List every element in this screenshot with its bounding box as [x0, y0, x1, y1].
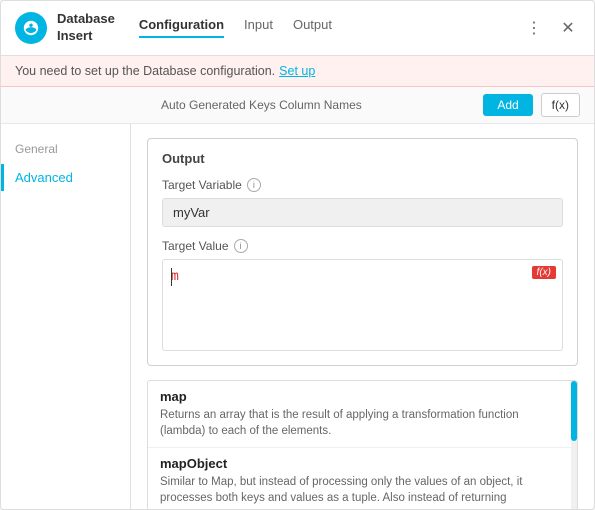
content-panel: Output Target Variable i Target Value i … [131, 124, 594, 509]
top-action-bar: Auto Generated Keys Column Names Add f(x… [1, 87, 594, 124]
app-title: Database Insert [57, 11, 115, 45]
autocomplete-list: map Returns an array that is the result … [147, 380, 578, 509]
fx-badge[interactable]: f(x) [532, 266, 556, 279]
target-variable-info-icon[interactable]: i [247, 178, 261, 192]
target-variable-input[interactable] [162, 198, 563, 227]
tab-output[interactable]: Output [293, 17, 332, 38]
close-icon[interactable]: ✕ [556, 16, 580, 40]
target-value-info-icon[interactable]: i [234, 239, 248, 253]
output-section: Output Target Variable i Target Value i … [147, 138, 578, 366]
autocomplete-desc-map: Returns an array that is the result of a… [160, 407, 557, 439]
autocomplete-scrollbar-thumb [571, 381, 577, 441]
autocomplete-desc-mapobject: Similar to Map, but instead of processin… [160, 474, 557, 506]
fx-button[interactable]: f(x) [541, 93, 580, 117]
autocomplete-scrollbar[interactable] [571, 381, 577, 509]
tab-configuration[interactable]: Configuration [139, 17, 224, 38]
autocomplete-item-map[interactable]: map Returns an array that is the result … [148, 381, 577, 448]
autocomplete-item-mapobject[interactable]: mapObject Similar to Map, but instead of… [148, 448, 577, 509]
cursor-line [171, 268, 172, 286]
sidebar-general-label: General [1, 138, 130, 164]
alert-message: You need to set up the Database configur… [15, 64, 275, 78]
setup-link[interactable]: Set up [279, 64, 315, 78]
target-variable-label: Target Variable i [162, 178, 563, 192]
titlebar: Database Insert Configuration Input Outp… [1, 1, 594, 56]
sidebar: General Advanced [1, 124, 131, 509]
app-window: Database Insert Configuration Input Outp… [0, 0, 595, 510]
target-value-cursor-char: m [171, 269, 179, 284]
more-options-icon[interactable]: ⋮ [522, 16, 546, 40]
add-button[interactable]: Add [483, 94, 532, 116]
output-section-title: Output [162, 151, 563, 166]
autocomplete-name-mapobject: mapObject [160, 456, 557, 471]
sidebar-item-advanced[interactable]: Advanced [1, 164, 130, 191]
app-logo [15, 12, 47, 44]
autocomplete-name-map: map [160, 389, 557, 404]
main-content: General Advanced Output Target Variable … [1, 124, 594, 509]
titlebar-actions: ⋮ ✕ [522, 16, 580, 40]
top-bar-label: Auto Generated Keys Column Names [161, 98, 475, 112]
tab-input[interactable]: Input [244, 17, 273, 38]
tab-bar: Configuration Input Output [139, 17, 522, 38]
target-value-container: m f(x) [162, 259, 563, 351]
target-value-label: Target Value i [162, 239, 563, 253]
alert-banner: You need to set up the Database configur… [1, 56, 594, 87]
